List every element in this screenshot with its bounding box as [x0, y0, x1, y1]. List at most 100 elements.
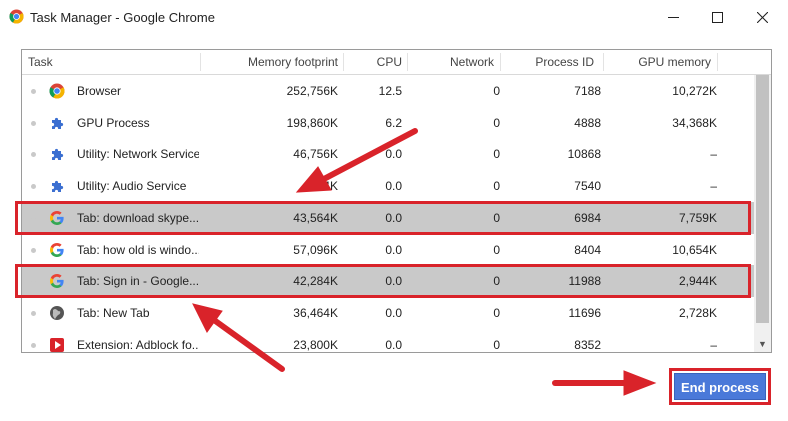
scrollbar-thumb[interactable] — [756, 75, 769, 323]
process-id-value: 7540 — [574, 179, 601, 194]
gpu-memory-value: 2,728K — [678, 305, 717, 320]
process-id-value: 7188 — [574, 84, 601, 98]
row-bullet — [31, 89, 36, 94]
column-header-gpu[interactable]: GPU memory — [604, 50, 711, 74]
puzzle-icon — [49, 146, 65, 162]
memory-value: 43,564K — [293, 210, 338, 225]
cpu-value: 6.2 — [385, 115, 402, 130]
column-header-cpu[interactable]: CPU — [344, 50, 402, 74]
process-id-value: 10868 — [567, 147, 601, 162]
table-row[interactable]: GPU Process 198,860K 6.2 0 4888 34,368K — [22, 107, 754, 139]
table-row[interactable]: Utility: Audio Service ...44K 0.0 0 7540 – — [22, 170, 754, 202]
table-row[interactable]: Utility: Network Service 46,756K 0.0 0 10868… — [22, 138, 754, 170]
task-name: Utility: Network Service — [77, 147, 199, 162]
extension-icon — [49, 337, 65, 352]
task-name: Extension: Adblock fo... — [77, 337, 199, 352]
column-divider — [200, 53, 201, 71]
column-header-network[interactable]: Network — [408, 50, 494, 74]
network-value: 0 — [493, 179, 500, 194]
scroll-down-icon[interactable]: ▼ — [758, 340, 767, 349]
cpu-value: 0.0 — [385, 305, 402, 320]
close-icon — [756, 11, 768, 23]
network-value: 0 — [493, 242, 500, 257]
table-header: Task Memory footprint CPU Network Proces… — [22, 50, 771, 75]
row-bullet — [31, 152, 36, 158]
gpu-memory-value: 34,368K — [672, 115, 717, 130]
gpu-memory-value: 2,944K — [678, 274, 717, 289]
memory-value: 36,464K — [293, 305, 338, 320]
gpu-memory-value: – — [710, 147, 717, 162]
column-header-memory[interactable]: Memory footprint — [212, 50, 338, 74]
row-bullet — [31, 310, 36, 316]
cpu-value: 0.0 — [385, 210, 402, 225]
google-icon — [49, 273, 65, 289]
memory-value: 42,284K — [293, 274, 338, 289]
arrow-head — [623, 370, 657, 396]
gpu-memory-value: – — [710, 337, 717, 352]
row-bullet — [31, 184, 36, 190]
memory-value: 46,756K — [293, 147, 338, 162]
table-row[interactable]: Extension: Adblock fo... 23,800K 0.0 0 8352 – — [22, 329, 754, 352]
table-row[interactable]: Tab: Sign in - Google... 42,284K 0.0 0 11988… — [22, 265, 754, 298]
network-value: 0 — [493, 147, 500, 162]
task-name: Tab: Sign in - Google... — [77, 274, 199, 289]
google-icon — [49, 210, 65, 226]
process-id-value: 11696 — [568, 305, 601, 320]
puzzle-icon — [49, 115, 65, 131]
gpu-memory-value: 10,272K — [672, 84, 717, 98]
process-table: Task Memory footprint CPU Network Proces… — [21, 49, 772, 353]
process-id-value: 6984 — [574, 210, 601, 225]
window-title: Task Manager - Google Chrome — [30, 10, 215, 25]
table-row[interactable]: Tab: how old is windo... 57,096K 0.0 0 8404 1… — [22, 234, 754, 266]
puzzle-icon — [49, 178, 65, 194]
gpu-memory-value: 7,759K — [678, 210, 717, 225]
row-bullet — [31, 247, 36, 253]
chrome-icon — [49, 83, 65, 99]
process-id-value: 11988 — [568, 274, 601, 289]
gpu-memory-value: 10,654K — [672, 242, 717, 257]
process-id-value: 8404 — [574, 242, 601, 257]
globe-icon — [49, 305, 65, 321]
maximize-icon — [711, 11, 723, 23]
memory-value: 198,860K — [286, 115, 338, 130]
task-name: GPU Process — [77, 115, 150, 130]
end-process-button[interactable]: End process — [674, 373, 766, 400]
maximize-button[interactable] — [694, 0, 740, 34]
task-name: Tab: download skype... — [77, 210, 199, 225]
vertical-scrollbar[interactable]: ▼ — [754, 75, 771, 352]
memory-value: 23,800K — [293, 337, 338, 352]
cpu-value: 0.0 — [385, 147, 402, 162]
memory-value: ...44K — [306, 179, 338, 194]
table-row[interactable]: Tab: download skype... 43,564K 0.0 0 6984 7,7… — [22, 201, 754, 234]
network-value: 0 — [493, 337, 500, 352]
row-bullet — [31, 120, 36, 126]
minimize-icon — [667, 16, 679, 18]
table-row[interactable]: Tab: New Tab 36,464K 0.0 0 11696 2,728K — [22, 297, 754, 329]
task-name: Tab: how old is windo... — [77, 242, 199, 257]
table-row[interactable]: Browser 252,756K 12.5 0 7188 10,272K — [22, 75, 754, 107]
row-bullet — [31, 279, 36, 285]
memory-value: 252,756K — [286, 84, 338, 98]
process-id-value: 4888 — [574, 115, 601, 130]
cpu-value: 0.0 — [385, 179, 402, 194]
cpu-value: 12.5 — [378, 84, 402, 98]
column-header-pid[interactable]: Process ID — [501, 50, 594, 74]
minimize-button[interactable] — [650, 0, 696, 34]
google-icon — [49, 242, 65, 258]
task-name: Utility: Audio Service — [77, 179, 187, 194]
column-header-task[interactable]: Task — [28, 50, 53, 74]
row-bullet — [31, 215, 36, 221]
network-value: 0 — [493, 115, 500, 130]
process-id-value: 8352 — [574, 337, 601, 352]
network-value: 0 — [493, 84, 500, 98]
cpu-value: 0.0 — [385, 274, 402, 289]
row-bullet — [31, 342, 36, 348]
cpu-value: 0.0 — [385, 337, 402, 352]
gpu-memory-value: – — [710, 179, 717, 194]
network-value: 0 — [493, 274, 500, 289]
close-button[interactable] — [739, 0, 785, 34]
task-name: Browser — [77, 84, 122, 98]
column-divider — [717, 53, 718, 71]
memory-value: 57,096K — [293, 242, 338, 257]
network-value: 0 — [493, 210, 500, 225]
